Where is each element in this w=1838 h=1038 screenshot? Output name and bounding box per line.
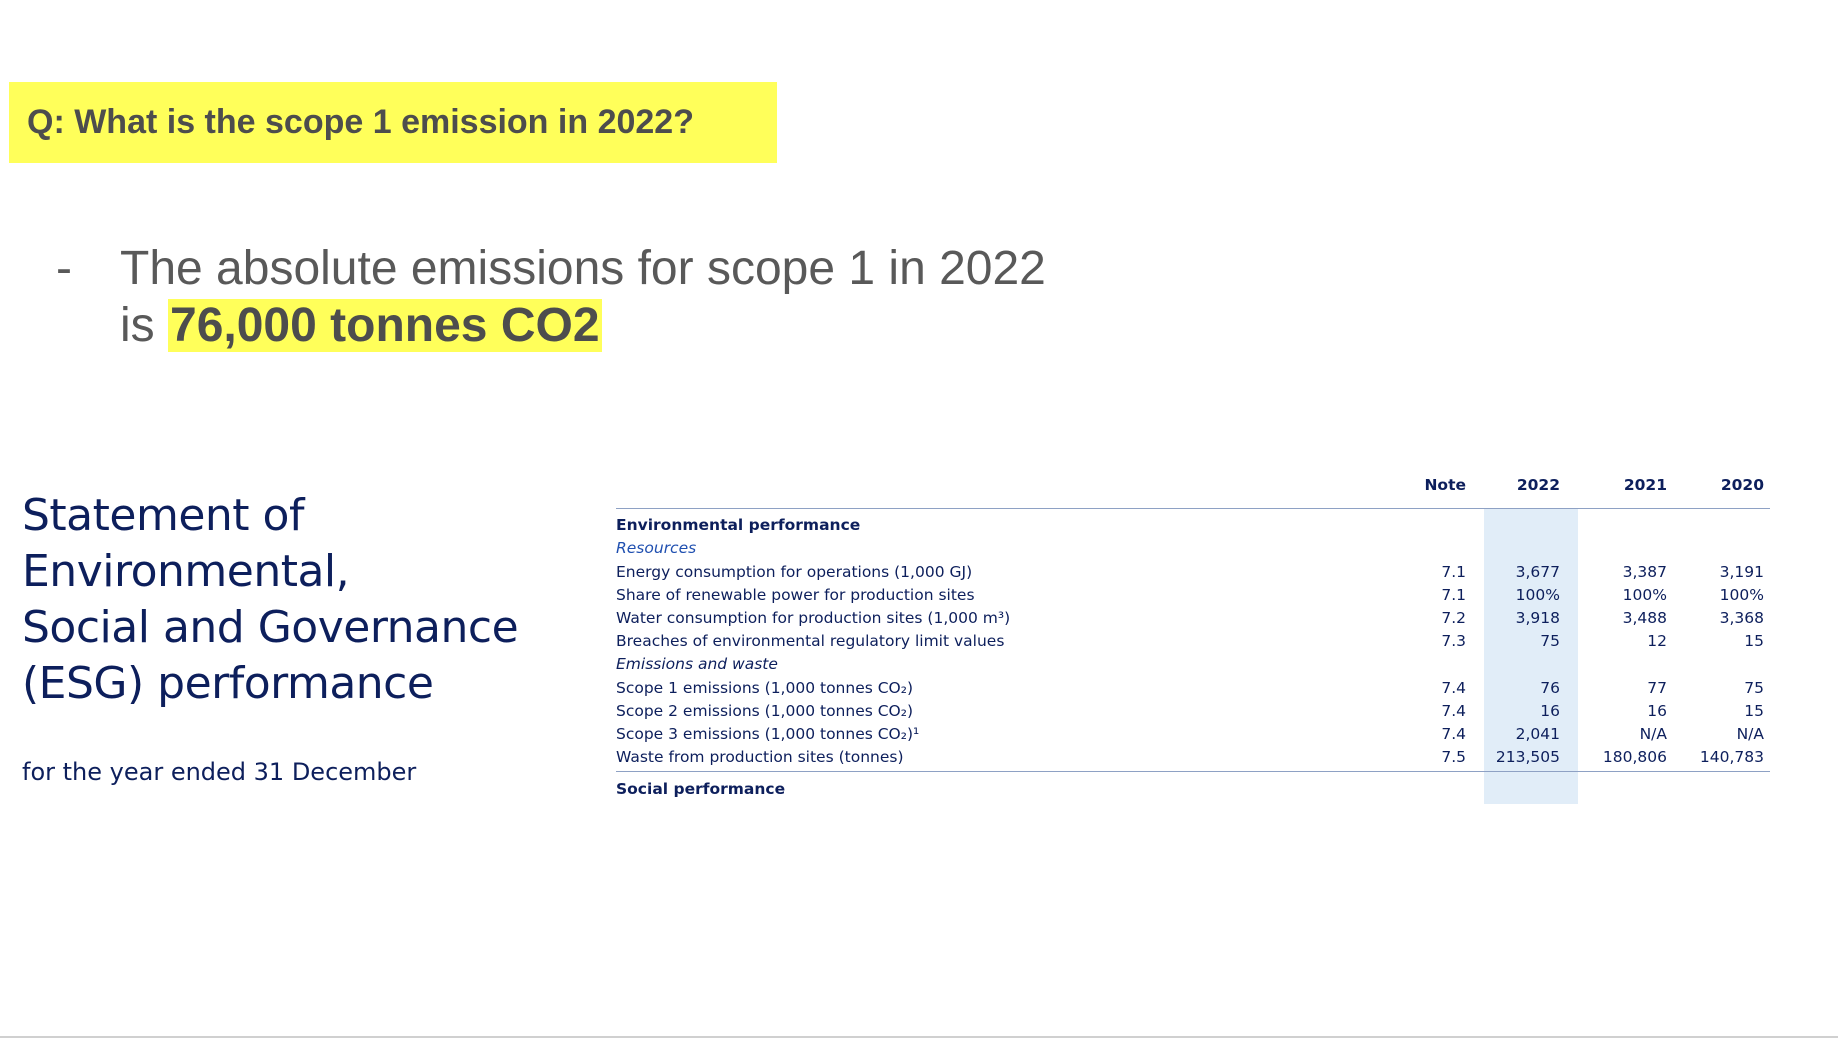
row-2022: 3,918 [1515, 609, 1560, 627]
row-2022: 75 [1540, 632, 1560, 650]
row-label: Scope 1 emissions (1,000 tonnes CO₂) [616, 679, 914, 697]
row-2020: 15 [1744, 632, 1764, 650]
row-label: Scope 2 emissions (1,000 tonnes CO₂) [616, 702, 914, 720]
header-2022: 2022 [1516, 476, 1560, 494]
answer-line-1: The absolute emissions for scope 1 in 20… [120, 242, 1046, 295]
table-row: Scope 2 emissions (1,000 tonnes CO₂) 7.4… [616, 700, 1770, 723]
row-2022: 16 [1540, 702, 1560, 720]
table-row: Breaches of environmental regulatory lim… [616, 630, 1770, 653]
row-2022: 76 [1540, 679, 1560, 697]
row-2020: 3,191 [1719, 563, 1764, 581]
table-row: Scope 1 emissions (1,000 tonnes CO₂) 7.4… [616, 677, 1770, 700]
row-note: 7.1 [1441, 586, 1466, 604]
row-2020: N/A [1736, 725, 1764, 743]
statement-subtitle: for the year ended 31 December [22, 758, 417, 786]
row-label: Water consumption for production sites (… [616, 609, 1011, 627]
esg-table: Note 2022 2021 2020 Environmental perfor… [616, 474, 1770, 804]
row-2022: 100% [1515, 586, 1560, 604]
header-2021: 2021 [1623, 476, 1667, 494]
section-heading: Environmental performance [616, 514, 1770, 537]
statement-title-line: Social and Governance [22, 602, 519, 653]
answer-highlight: 76,000 tonnes CO2 [168, 299, 602, 352]
statement-title: Statement of Environmental, Social and G… [22, 488, 562, 712]
row-2020: 3,368 [1719, 609, 1764, 627]
row-2020: 75 [1744, 679, 1764, 697]
row-2020: 100% [1719, 586, 1764, 604]
row-label: Waste from production sites (tonnes) [616, 748, 904, 766]
table-row: Energy consumption for operations (1,000… [616, 561, 1770, 584]
row-note: 7.4 [1441, 702, 1466, 720]
question-text: Q: What is the scope 1 emission in 2022? [27, 103, 694, 141]
subsection-heading: Emissions and waste [616, 653, 1770, 676]
row-2021: 100% [1622, 586, 1667, 604]
header-rule [616, 508, 1770, 509]
row-note: 7.3 [1441, 632, 1466, 650]
section-social-label: Social performance [616, 780, 786, 798]
table-row: Share of renewable power for production … [616, 584, 1770, 607]
row-2021: 3,387 [1622, 563, 1667, 581]
row-2022: 2,041 [1515, 725, 1560, 743]
row-note: 7.2 [1441, 609, 1466, 627]
row-note: 7.5 [1441, 748, 1466, 766]
row-label: Scope 3 emissions (1,000 tonnes CO₂)¹ [616, 725, 920, 743]
row-note: 7.4 [1441, 725, 1466, 743]
row-label: Breaches of environmental regulatory lim… [616, 632, 1005, 650]
row-2022: 213,505 [1495, 748, 1560, 766]
row-2021: 3,488 [1622, 609, 1667, 627]
row-label: Share of renewable power for production … [616, 586, 975, 604]
row-2021: 180,806 [1602, 748, 1667, 766]
subsection-emissions-label: Emissions and waste [616, 655, 778, 673]
table-row: Waste from production sites (tonnes) 7.5… [616, 746, 1770, 769]
section-rule [616, 771, 1770, 772]
row-2022: 3,677 [1515, 563, 1560, 581]
table-row: Water consumption for production sites (… [616, 607, 1770, 630]
answer-prefix: is [120, 299, 168, 352]
header-note: Note [1424, 476, 1466, 494]
row-2021: 12 [1647, 632, 1667, 650]
table-row: Scope 3 emissions (1,000 tonnes CO₂)¹ 7.… [616, 723, 1770, 746]
row-2021: 16 [1647, 702, 1667, 720]
subsection-heading: Resources [616, 537, 1770, 560]
table-header-row: Note 2022 2021 2020 [616, 474, 1770, 497]
row-2020: 140,783 [1699, 748, 1764, 766]
question-banner: Q: What is the scope 1 emission in 2022? [9, 82, 777, 163]
row-2020: 15 [1744, 702, 1764, 720]
row-2021: N/A [1639, 725, 1667, 743]
statement-title-line: Statement of [22, 490, 304, 541]
section-environmental-label: Environmental performance [616, 516, 861, 534]
subsection-resources-label: Resources [616, 539, 697, 557]
row-note: 7.4 [1441, 679, 1466, 697]
row-label: Energy consumption for operations (1,000… [616, 563, 973, 581]
statement-title-line: Environmental, [22, 546, 350, 597]
statement-title-line: (ESG) performance [22, 658, 434, 709]
row-2021: 77 [1647, 679, 1667, 697]
header-2020: 2020 [1720, 476, 1764, 494]
bullet-dash: - [56, 242, 72, 295]
row-note: 7.1 [1441, 563, 1466, 581]
section-heading: Social performance [616, 778, 1770, 801]
answer-line-2: is 76,000 tonnes CO2 [120, 297, 1100, 354]
